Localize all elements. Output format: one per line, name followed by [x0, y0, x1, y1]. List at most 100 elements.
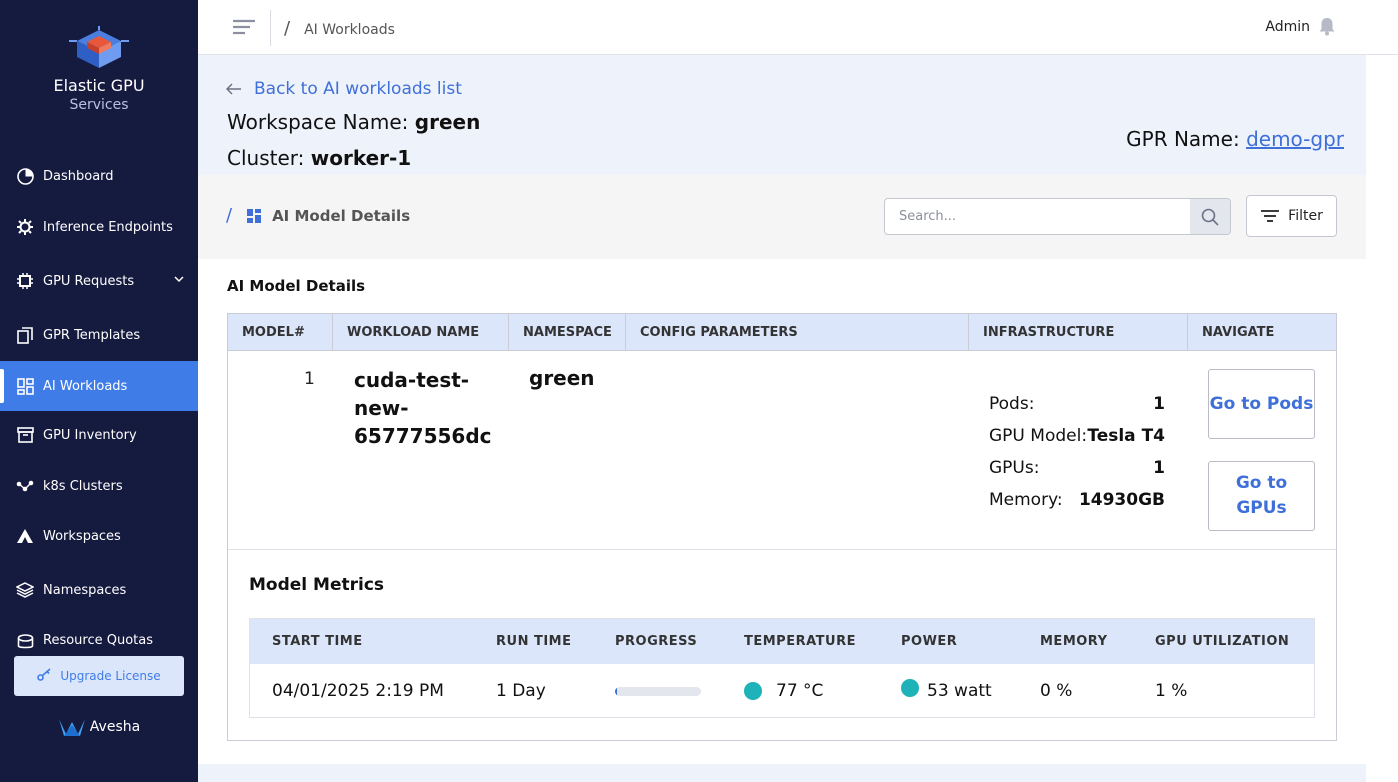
sidebar-item-label: GPU Requests	[43, 273, 135, 289]
infra-label: Memory:	[989, 490, 1063, 510]
brand-logo[interactable]: Elastic GPU Services	[0, 26, 198, 113]
menu-icon	[233, 19, 255, 35]
sidebar: Elastic GPU Services Dashboard Inference…	[0, 0, 198, 782]
search-box	[884, 198, 1231, 235]
sidebar-item-gpu-inventory[interactable]: GPU Inventory	[0, 410, 198, 460]
tent-icon	[16, 527, 34, 545]
search-icon	[1201, 208, 1219, 226]
chevron-down-icon[interactable]	[174, 273, 184, 288]
sidebar-item-gpr-templates[interactable]: GPR Templates	[0, 310, 198, 360]
filter-button[interactable]: Filter	[1246, 195, 1337, 237]
sidebar-item-label: Namespaces	[43, 582, 127, 598]
sidebar-item-inference-endpoints[interactable]: Inference Endpoints	[0, 202, 198, 252]
upgrade-license-button[interactable]: Upgrade License	[14, 656, 184, 696]
column-header-temperature: TEMPERATURE	[744, 634, 856, 649]
sidebar-item-workspaces[interactable]: Workspaces	[0, 511, 198, 561]
progress-bar	[615, 686, 701, 696]
column-header-workload-name: WORKLOAD NAME	[333, 314, 509, 351]
network-nodes-icon	[16, 477, 34, 495]
sidebar-item-label: GPU Inventory	[43, 427, 137, 443]
gpu-utilization-value: 1 %	[1155, 681, 1188, 701]
user-menu[interactable]: Admin	[1265, 17, 1336, 36]
progress-fill	[615, 686, 617, 696]
metrics-header: START TIME RUN TIME PROGRESS TEMPERATURE…	[250, 619, 1314, 664]
power-status-dot	[901, 679, 919, 697]
bottom-strip	[198, 764, 1366, 782]
infra-value: 1	[1153, 458, 1165, 478]
search-button[interactable]	[1190, 199, 1230, 234]
back-link-label: Back to AI workloads list	[254, 79, 462, 99]
workspace-value: green	[414, 110, 481, 134]
column-header-power: POWER	[901, 634, 958, 649]
brand-subtitle: Services	[69, 97, 129, 113]
menu-toggle-button[interactable]	[232, 18, 256, 40]
gpu-cube-logo-icon	[69, 26, 129, 68]
power-cell: 53 watt	[901, 664, 992, 718]
archive-box-icon	[16, 426, 34, 444]
sidebar-item-label: Resource Quotas	[43, 633, 154, 648]
dashboard-grid-icon	[247, 208, 262, 223]
gpr-link[interactable]: demo-gpr	[1246, 127, 1344, 151]
cluster-name: Cluster: worker-1	[227, 146, 411, 170]
quota-icon	[16, 633, 34, 651]
avesha-crown-logo-icon	[58, 719, 85, 736]
dashboard-grid-icon	[16, 377, 34, 395]
avesha-brand: Avesha	[0, 716, 198, 738]
sidebar-item-label: Dashboard	[43, 168, 114, 184]
upgrade-license-label: Upgrade License	[60, 669, 161, 683]
model-number: 1	[304, 369, 315, 389]
pie-chart-icon	[16, 167, 34, 185]
key-icon	[37, 668, 52, 684]
infra-label: Pods:	[989, 394, 1035, 414]
breadcrumb-current: AI Model Details	[272, 206, 411, 225]
run-time-value: 1 Day	[496, 681, 546, 701]
sidebar-item-namespaces[interactable]: Namespaces	[0, 565, 198, 615]
go-to-pods-button[interactable]: Go to Pods	[1208, 369, 1315, 439]
sidebar-item-label: AI Workloads	[43, 378, 128, 394]
sidebar-item-label: Inference Endpoints	[43, 219, 173, 235]
metrics-title: Model Metrics	[249, 575, 385, 595]
cluster-value: worker-1	[310, 146, 412, 170]
progress-cell	[615, 664, 701, 718]
top-divider	[270, 10, 271, 46]
details-breadcrumb: / AI Model Details	[226, 205, 411, 226]
column-header-gpu-utilization: GPU UTILIZATION	[1155, 634, 1290, 649]
brand-title: Elastic GPU	[53, 76, 145, 95]
sidebar-item-label: k8s Clusters	[43, 478, 123, 494]
back-to-list-link[interactable]: Back to AI workloads list	[226, 79, 462, 99]
row-divider	[228, 549, 1336, 550]
copy-icon	[16, 326, 34, 344]
search-input[interactable]	[885, 199, 1185, 234]
bell-icon[interactable]	[1318, 17, 1336, 36]
sidebar-item-gpu-requests[interactable]: GPU Requests	[0, 256, 198, 306]
start-time-value: 04/01/2025 2:19 PM	[272, 681, 444, 701]
user-name: Admin	[1265, 18, 1310, 35]
model-details-panel: AI Model Details MODEL# WORKLOAD NAME NA…	[198, 259, 1366, 764]
workload-header: Back to AI workloads list Workspace Name…	[198, 55, 1366, 175]
sidebar-item-ai-workloads[interactable]: AI Workloads	[0, 361, 198, 411]
filter-label: Filter	[1288, 208, 1323, 224]
layers-icon	[16, 581, 34, 599]
section-title: AI Model Details	[227, 277, 366, 295]
sidebar-item-label: Workspaces	[43, 528, 121, 544]
power-value: 53 watt	[927, 681, 992, 701]
memory-value: 0 %	[1040, 681, 1073, 701]
workload-name: cuda-test-new-65777556dc	[354, 368, 492, 448]
column-header-model-num: MODEL#	[228, 314, 333, 351]
table-header: MODEL# WORKLOAD NAME NAMESPACE CONFIG PA…	[228, 314, 1336, 351]
column-header-navigate: NAVIGATE	[1202, 325, 1275, 340]
sidebar-item-k8s-clusters[interactable]: k8s Clusters	[0, 461, 198, 511]
column-header-memory: MEMORY	[1040, 634, 1108, 649]
infra-value: 14930GB	[1078, 490, 1165, 510]
namespace-value: green	[529, 366, 595, 390]
temperature-cell: 77 °C	[744, 664, 823, 718]
go-to-gpus-button[interactable]: Go to GPUs	[1208, 461, 1315, 531]
column-header-infrastructure: INFRASTRUCTURE	[969, 314, 1188, 351]
breadcrumb-current[interactable]: AI Workloads	[304, 22, 395, 38]
arrow-left-icon	[226, 83, 241, 95]
cluster-label: Cluster:	[227, 146, 305, 170]
sidebar-item-dashboard[interactable]: Dashboard	[0, 151, 198, 201]
infrastructure-info: Pods: 1 GPU Model: Tesla T4 GPUs: 1 Memory:…	[989, 388, 1165, 516]
model-details-table: MODEL# WORKLOAD NAME NAMESPACE CONFIG PA…	[227, 313, 1337, 741]
filter-icon	[1261, 210, 1280, 222]
